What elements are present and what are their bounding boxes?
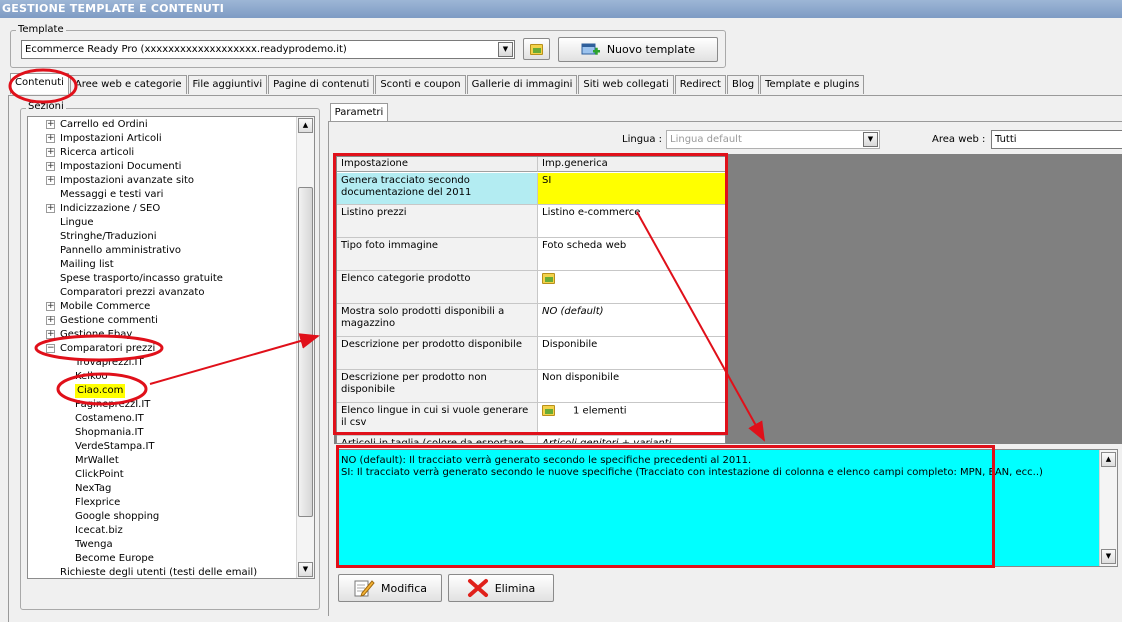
tree-item[interactable]: Impostazioni Documenti [60, 160, 181, 174]
template-legend: Template [16, 24, 66, 35]
window-title: GESTIONE TEMPLATE E CONTENUTI [0, 0, 1122, 18]
open-folder-button[interactable] [523, 38, 550, 60]
tree-expander-icon[interactable]: + [46, 204, 55, 213]
tree-item[interactable]: MrWallet [75, 454, 119, 468]
tree-item[interactable]: Trovaprezzi.IT [75, 356, 144, 370]
tree-expander-icon[interactable]: − [46, 344, 55, 353]
tree-item[interactable]: Flexprice [75, 496, 120, 510]
tab-gallerie[interactable]: Gallerie di immagini [466, 75, 578, 94]
tree-scrollbar[interactable]: ▲ ▼ [296, 117, 314, 578]
area-web-label: Area web : [932, 134, 986, 145]
grid-row-value[interactable]: Articoli genitori + varianti [538, 436, 725, 444]
tab-blog[interactable]: Blog [726, 75, 760, 94]
tree-item[interactable]: Indicizzazione / SEO [60, 202, 160, 216]
tree-item[interactable]: Comparatori prezzi [60, 342, 155, 356]
scroll-down-icon[interactable]: ▼ [298, 562, 313, 577]
tree-item[interactable]: Become Europe [75, 552, 154, 566]
tree-item[interactable]: Costameno.IT [75, 412, 144, 426]
tree-expander-icon[interactable]: + [46, 148, 55, 157]
tab-file-aggiuntivi[interactable]: File aggiuntivi [187, 75, 268, 94]
tab-siti-collegati[interactable]: Siti web collegati [578, 75, 674, 94]
main-tabs: Contenuti Aree web e categorie File aggi… [10, 73, 865, 95]
elimina-button[interactable]: Elimina [448, 574, 554, 602]
elimina-label: Elimina [494, 581, 536, 595]
tree-item[interactable]: Messaggi e testi vari [60, 188, 163, 202]
template-select-value: Ecommerce Ready Pro (xxxxxxxxxxxxxxxxxxx… [25, 44, 347, 55]
tree-item[interactable]: PagineprezzI.IT [75, 398, 150, 412]
description-scrollbar[interactable]: ▲ ▼ [1099, 450, 1117, 566]
lingua-value: Lingua default [670, 134, 742, 145]
scroll-up-icon[interactable]: ▲ [298, 118, 313, 133]
tree-item[interactable]: Icecat.biz [75, 524, 123, 538]
tree-item[interactable]: Stringhe/Traduzioni [60, 230, 157, 244]
tree-item[interactable]: Gestione Ebay [60, 328, 132, 342]
new-template-label: Nuovo template [606, 43, 696, 56]
tree-item[interactable]: Gestione commenti [60, 314, 158, 328]
grid-annotation-box [333, 153, 728, 435]
tree-item[interactable]: Pannello amministrativo [60, 244, 181, 258]
tree-expander-icon[interactable]: + [46, 330, 55, 339]
modifica-button[interactable]: Modifica [338, 574, 442, 602]
add-window-icon [581, 43, 600, 55]
template-select[interactable]: Ecommerce Ready Pro (xxxxxxxxxxxxxxxxxxx… [21, 40, 515, 59]
tree-item[interactable]: Shopmania.IT [75, 426, 144, 440]
tree-expander-icon[interactable]: + [46, 162, 55, 171]
tree-item[interactable]: Spese trasporto/incasso gratuite [60, 272, 223, 286]
grid-row-name[interactable]: Articoli in taglia (colore da esportare [337, 436, 538, 443]
tree-item[interactable]: ClickPoint [75, 468, 124, 482]
tab-contenuti[interactable]: Contenuti [10, 73, 69, 94]
sections-tree[interactable]: + Carrello ed Ordini + Impostazioni Articol… [27, 116, 315, 579]
tree-item[interactable]: Ricerca articoli [60, 146, 134, 160]
tab-pagine-contenuti[interactable]: Pagine di contenuti [268, 75, 375, 94]
tree-item[interactable]: NexTag [75, 482, 111, 496]
tree-item[interactable]: Impostazioni avanzate sito [60, 174, 194, 188]
lingua-select[interactable]: Lingua default ▼ [666, 130, 880, 149]
scroll-thumb[interactable] [298, 187, 313, 517]
tree-item[interactable]: Impostazioni Articoli [60, 132, 162, 146]
tab-sconti-coupon[interactable]: Sconti e coupon [375, 75, 466, 94]
tree-item[interactable]: Carrello ed Ordini [60, 118, 148, 132]
tab-aree-web[interactable]: Aree web e categorie [69, 75, 187, 94]
tree-item[interactable]: Richieste degli utenti (testi delle emai… [60, 566, 257, 580]
tree-expander-icon[interactable]: + [46, 120, 55, 129]
tree-item[interactable]: Kelkoo [75, 370, 108, 384]
tree-expander-icon[interactable]: + [46, 176, 55, 185]
tree-item[interactable]: Ciao.com [75, 384, 126, 398]
tree-item[interactable]: Comparatori prezzi avanzato [60, 286, 204, 300]
sections-legend: Sezioni [26, 101, 66, 112]
delete-x-icon [467, 579, 488, 597]
scroll-up-icon[interactable]: ▲ [1101, 452, 1116, 467]
modifica-label: Modifica [381, 581, 427, 595]
tree-item[interactable]: Google shopping [75, 510, 159, 524]
params-tab-label: Parametri [334, 107, 384, 118]
tree-item[interactable]: Lingue [60, 216, 94, 230]
tree-item[interactable]: Twenga [75, 538, 113, 552]
params-tab[interactable]: Parametri [330, 103, 388, 122]
area-web-select[interactable]: Tutti [991, 130, 1122, 149]
folder-icon [530, 43, 543, 55]
tree-item[interactable]: Mailing list [60, 258, 114, 272]
tree-expander-icon[interactable]: + [46, 316, 55, 325]
tree-expander-icon[interactable]: + [46, 134, 55, 143]
tree-item[interactable]: VerdeStampa.IT [75, 440, 155, 454]
description-annotation-box [336, 445, 995, 568]
chevron-down-icon[interactable]: ▼ [863, 132, 878, 147]
chevron-down-icon[interactable]: ▼ [498, 42, 513, 57]
tree-expander-icon[interactable]: + [46, 302, 55, 311]
scroll-down-icon[interactable]: ▼ [1101, 549, 1116, 564]
area-web-value: Tutti [995, 134, 1017, 145]
tab-redirect[interactable]: Redirect [674, 75, 726, 94]
edit-icon [354, 580, 375, 597]
tab-template-plugins[interactable]: Template e plugins [760, 75, 865, 94]
grid-row-value-text: Articoli genitori + varianti [542, 438, 672, 444]
tree-item[interactable]: Mobile Commerce [60, 300, 150, 314]
lingua-label: Lingua : [622, 134, 663, 145]
new-template-button[interactable]: Nuovo template [558, 37, 718, 62]
